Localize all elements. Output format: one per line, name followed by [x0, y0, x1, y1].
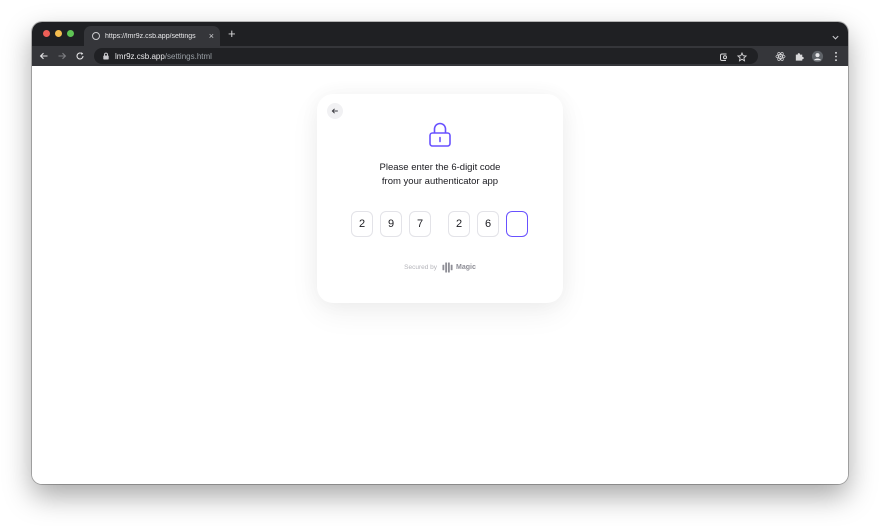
magic-logo-icon — [442, 262, 453, 273]
minimize-window-button[interactable] — [55, 30, 62, 37]
arrow-left-icon — [331, 108, 338, 114]
otp-digit-4[interactable]: 2 — [448, 211, 470, 237]
padlock-icon — [429, 122, 451, 147]
mfa-prompt: Please enter the 6-digit code from your … — [317, 161, 563, 189]
otp-digit-6[interactable] — [506, 211, 528, 237]
tab-strip: https://lmr9z.csb.app/settings × + — [32, 22, 848, 46]
otp-digit-2[interactable]: 9 — [380, 211, 402, 237]
address-bar[interactable]: lmr9z.csb.app /settings.html — [94, 48, 758, 64]
close-window-button[interactable] — [43, 30, 50, 37]
kebab-menu-icon[interactable] — [829, 49, 843, 63]
url-path: /settings.html — [164, 51, 212, 61]
secured-by-label: Secured by — [404, 264, 438, 271]
otp-digit-5[interactable]: 6 — [477, 211, 499, 237]
extensions-puzzle-icon[interactable] — [792, 49, 806, 63]
zoom-window-button[interactable] — [67, 30, 74, 37]
otp-digit-1[interactable]: 2 — [351, 211, 373, 237]
page-viewport: Please enter the 6-digit code from your … — [32, 66, 848, 484]
react-devtools-icon[interactable] — [773, 49, 787, 63]
prompt-line-2: from your authenticator app — [381, 176, 499, 187]
back-arrow-icon[interactable] — [37, 49, 51, 63]
new-tab-button[interactable]: + — [228, 27, 236, 41]
back-button[interactable] — [327, 103, 343, 119]
mfa-card: Please enter the 6-digit code from your … — [317, 94, 563, 303]
secured-by-footer: Secured by Magic — [317, 262, 563, 273]
google-lens-icon[interactable] — [718, 51, 730, 63]
forward-arrow-icon[interactable] — [55, 49, 69, 63]
tab-title: https://lmr9z.csb.app/settings — [105, 32, 196, 40]
tab-search-chevron-icon[interactable] — [831, 29, 840, 47]
browser-window: https://lmr9z.csb.app/settings × + lmr9z… — [32, 22, 848, 484]
bookmark-star-icon[interactable] — [736, 51, 748, 63]
otp-digit-3[interactable]: 7 — [409, 211, 431, 237]
tab-close-button[interactable]: × — [209, 31, 214, 41]
url-host: lmr9z.csb.app — [115, 51, 165, 61]
prompt-line-1: Please enter the 6-digit code — [379, 162, 501, 173]
profile-icon[interactable] — [810, 49, 824, 63]
reload-icon[interactable] — [73, 49, 87, 63]
magic-brand-name: Magic — [456, 264, 476, 271]
lock-icon — [103, 52, 109, 60]
browser-tab[interactable]: https://lmr9z.csb.app/settings × — [84, 26, 220, 46]
browser-toolbar: lmr9z.csb.app /settings.html — [32, 46, 848, 66]
globe-icon — [92, 32, 100, 40]
